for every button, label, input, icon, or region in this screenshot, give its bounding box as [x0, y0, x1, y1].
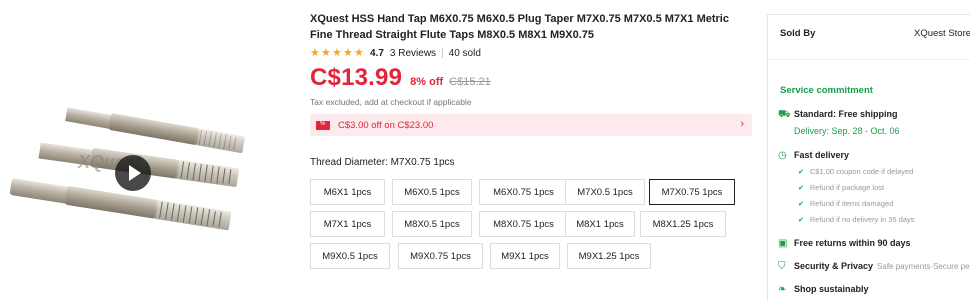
free-returns-row[interactable]: ▣ Free returns within 90 days [778, 238, 911, 249]
option-label: Thread Diameter: M7X0.75 1pcs [310, 157, 455, 168]
option-button[interactable]: M8X1.25 1pcs [640, 211, 726, 237]
option-button[interactable]: M6X1 1pcs [310, 179, 385, 205]
return-icon: ▣ [778, 238, 788, 249]
option-label-text: Thread Diameter: [310, 157, 391, 168]
chevron-right-icon: › [740, 118, 744, 130]
sold-by-row[interactable]: Sold By XQuest Store [768, 15, 970, 60]
rating-row[interactable]: ★ ★ ★ ★ ★ 4.7 3 Reviews | 40 sold [310, 46, 481, 60]
original-price: C$15.21 [449, 76, 491, 88]
coupon-icon [316, 120, 330, 130]
product-title: XQuest HSS Hand Tap M6X0.75 M6X0.5 Plug … [310, 13, 729, 41]
star-icon: ★ [332, 47, 342, 59]
clock-icon: ◷ [778, 150, 787, 161]
fast-delivery-row[interactable]: ◷ Fast delivery [778, 150, 849, 161]
fast-delivery-item-text: C$1.00 coupon code if delayed [809, 167, 914, 176]
fast-delivery-item-text: Refund if package lost [809, 183, 885, 192]
fast-delivery-item: ✔ C$1.00 coupon code if delayed [798, 167, 913, 176]
option-button[interactable]: M8X0.5 1pcs [392, 211, 472, 237]
check-icon: ✔ [798, 200, 804, 208]
review-count[interactable]: 3 Reviews [390, 48, 436, 59]
option-button[interactable]: M9X1 1pcs [490, 243, 560, 269]
option-button[interactable]: M6X0.75 1pcs [479, 179, 568, 205]
option-button[interactable]: M8X0.75 1pcs [479, 211, 568, 237]
star-icon: ★ [343, 47, 353, 59]
fast-delivery-text: Fast delivery [794, 150, 850, 160]
check-icon: ✔ [798, 184, 804, 192]
option-button[interactable]: M9X0.5 1pcs [310, 243, 390, 269]
standard-shipping-row[interactable]: ⛟ Standard: Free shipping [778, 109, 898, 120]
truck-icon: ⛟ [778, 109, 791, 120]
option-button[interactable]: M8X1 1pcs [565, 211, 635, 237]
security-title: Security & Privacy [794, 261, 874, 271]
fast-delivery-item-text: Refund if no delivery in 35 days [809, 215, 915, 224]
fast-delivery-item: ✔ Refund if items damaged [798, 199, 893, 208]
product-info: XQuest HSS Hand Tap M6X0.75 M6X0.5 Plug … [310, 0, 755, 300]
option-button-selected[interactable]: M7X0.75 1pcs [649, 179, 735, 205]
sold-by-label: Sold By [780, 28, 816, 39]
option-button[interactable]: M9X0.75 1pcs [398, 243, 483, 269]
option-button[interactable]: M7X0.5 1pcs [565, 179, 645, 205]
play-icon[interactable] [115, 155, 151, 191]
seller-service-panel: Sold By XQuest Store Service commitment … [767, 14, 970, 300]
product-image: XQuest [9, 107, 245, 231]
price-row: C$13.99 8% off C$15.21 [310, 64, 491, 94]
coupon-banner[interactable]: C$3.00 off on C$23.00 › [310, 114, 752, 136]
rating-stars: ★ ★ ★ ★ ★ [310, 47, 364, 59]
option-button[interactable]: M9X1.25 1pcs [567, 243, 651, 269]
leaf-icon: ❧ [778, 284, 787, 295]
fast-delivery-item: ✔ Refund if no delivery in 35 days [798, 215, 915, 224]
free-returns-text: Free returns within 90 days [794, 238, 911, 248]
sustainability-text: Shop sustainably [794, 284, 869, 294]
option-selected-value: M7X0.75 1pcs [390, 157, 455, 168]
security-subtitle: Safe payments·Secure per [877, 262, 970, 271]
discount-badge: 8% off [410, 76, 444, 88]
fast-delivery-item: ✔ Refund if package lost [798, 183, 884, 192]
rating-value: 4.7 [370, 47, 384, 59]
store-name[interactable]: XQuest Store [914, 28, 970, 39]
security-privacy-row[interactable]: ⛉ Security & Privacy Safe payments·Secur… [778, 261, 970, 272]
coupon-text: C$3.00 off on C$23.00 [338, 119, 434, 131]
service-heading: Service commitment [780, 85, 873, 96]
divider: | [441, 47, 444, 59]
star-icon: ★ [310, 47, 320, 59]
fast-delivery-item-text: Refund if items damaged [809, 199, 894, 208]
service-commitment: Service commitment ⛟ Standard: Free ship… [768, 73, 970, 300]
star-icon: ★ [321, 47, 331, 59]
sold-count: 40 sold [448, 47, 481, 59]
delivery-estimate: Delivery: Sep. 28 - Oct. 06 [794, 126, 900, 136]
check-icon: ✔ [798, 168, 804, 176]
check-icon: ✔ [798, 216, 804, 224]
shield-icon: ⛉ [778, 261, 786, 272]
current-price: C$13.99 [310, 64, 403, 91]
product-media[interactable]: XQuest [0, 0, 300, 300]
sustainability-row[interactable]: ❧ Shop sustainably [778, 284, 869, 295]
option-button[interactable]: M6X0.5 1pcs [392, 179, 472, 205]
tax-note: Tax excluded, add at checkout if applica… [310, 97, 472, 107]
option-button[interactable]: M7X1 1pcs [310, 211, 385, 237]
star-icon: ★ [354, 47, 364, 59]
standard-shipping-text: Standard: Free shipping [794, 109, 898, 119]
